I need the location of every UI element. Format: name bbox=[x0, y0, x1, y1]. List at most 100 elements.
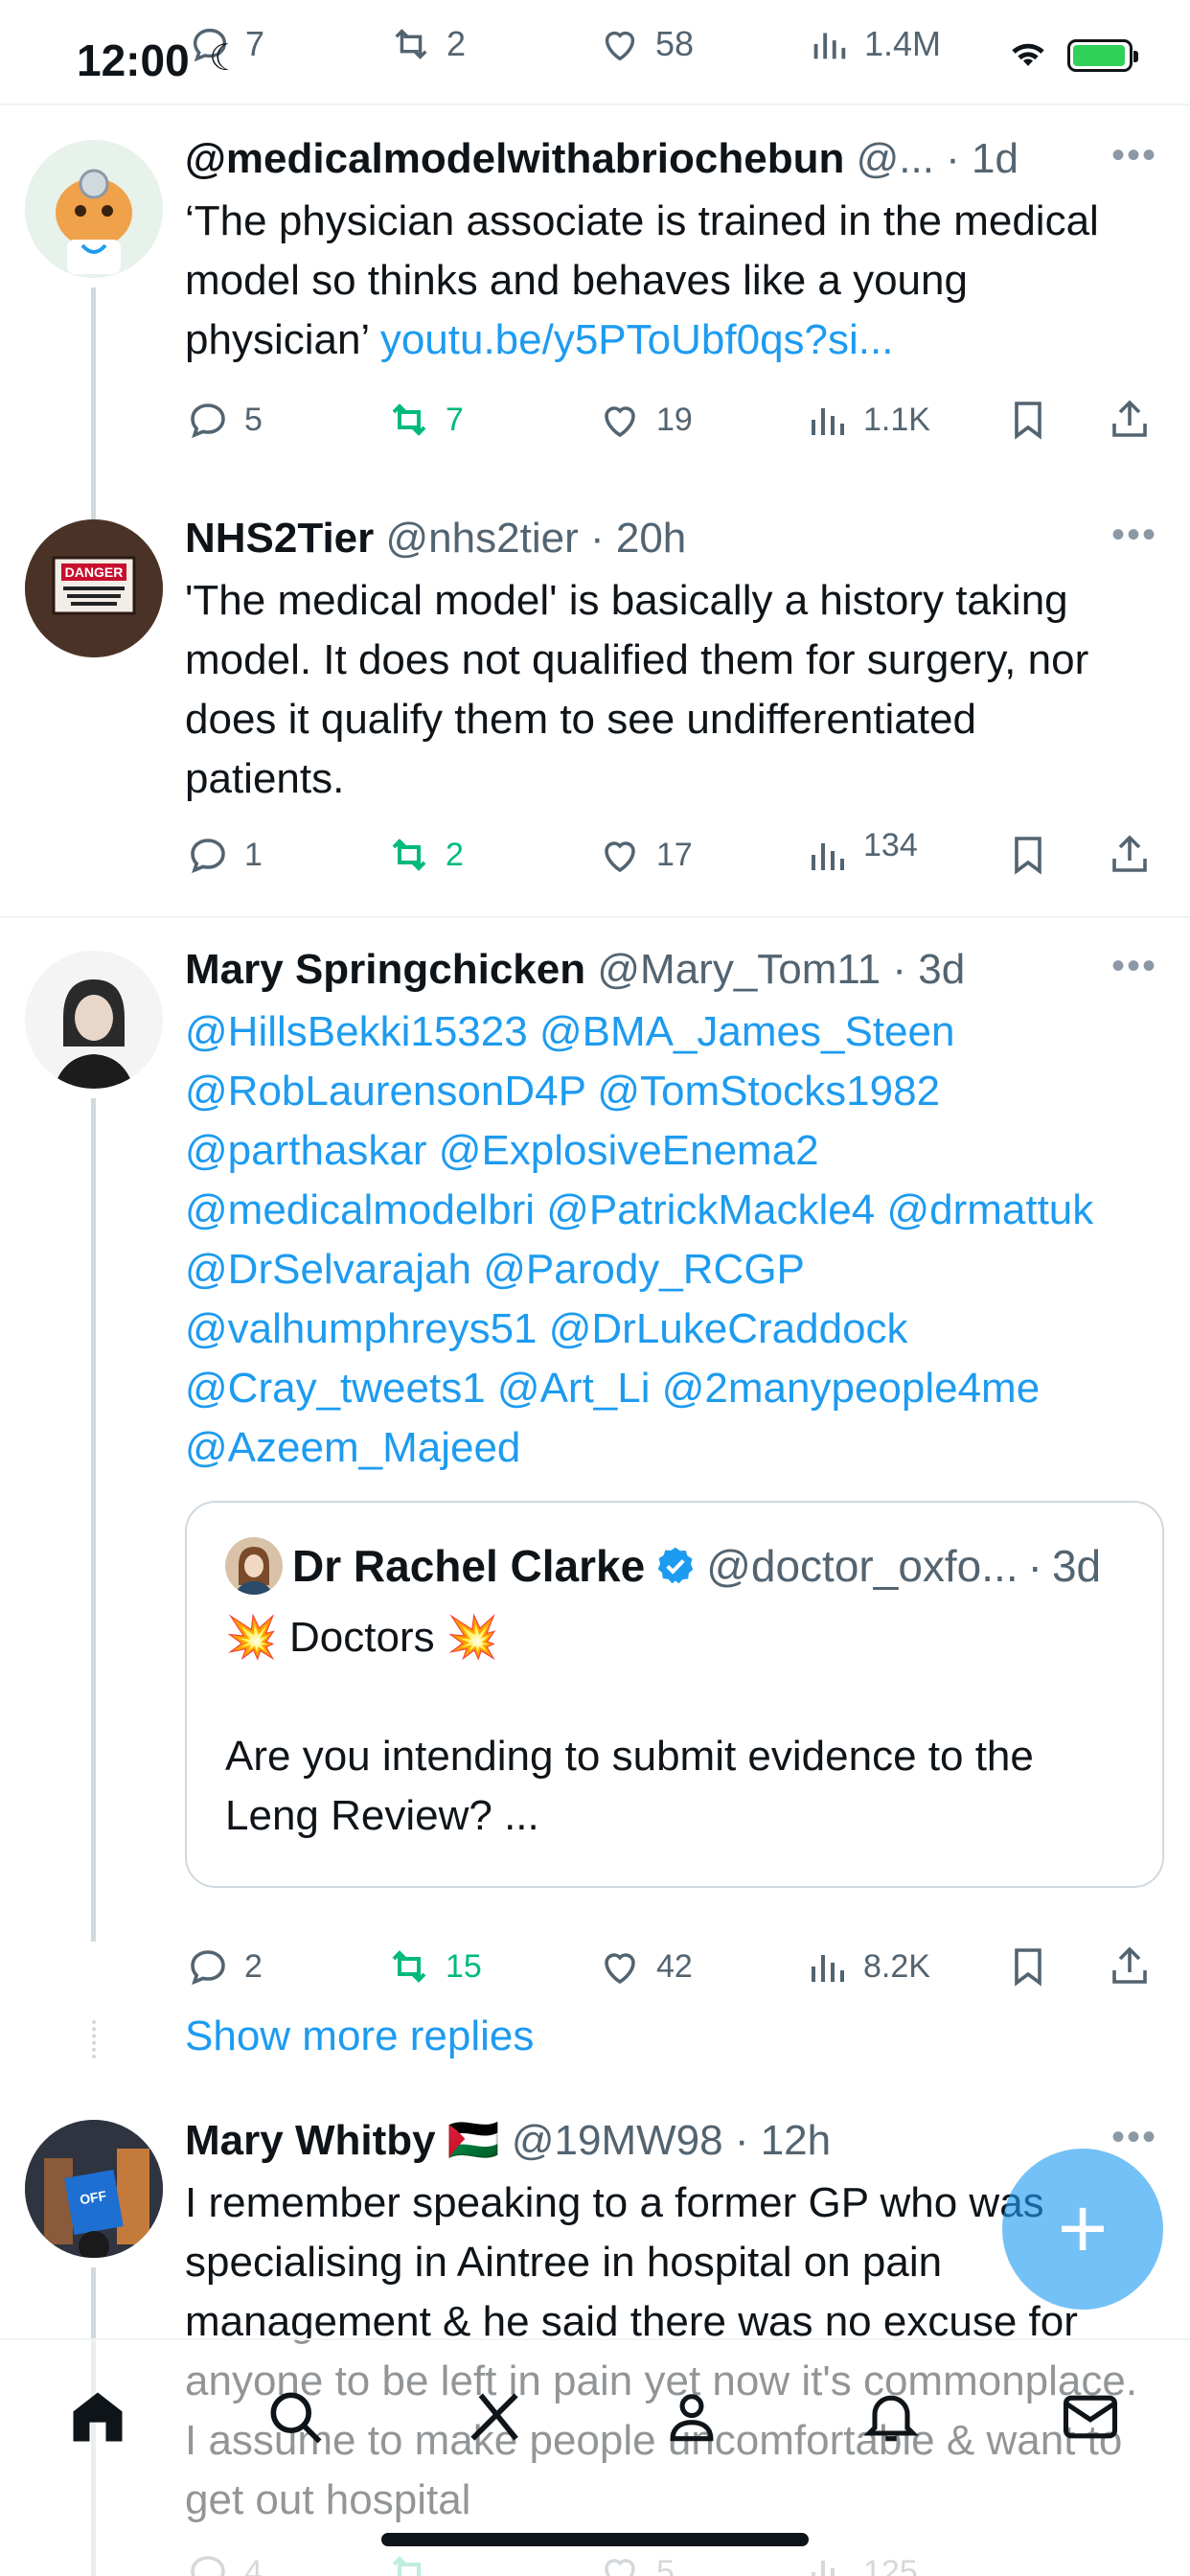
nav-communities[interactable] bbox=[653, 2379, 730, 2455]
status-indicators bbox=[1006, 36, 1138, 75]
views-button[interactable]: 1.1K bbox=[804, 391, 930, 448]
dot-separator: · bbox=[589, 515, 616, 562]
repost-icon bbox=[392, 1950, 426, 1983]
repost-button[interactable]: 2 bbox=[386, 826, 464, 884]
quote-title: Doctors bbox=[289, 1614, 435, 1661]
status-bar: 7 2 58 1.4M 12:00 ☾ bbox=[0, 0, 1190, 105]
quote-title-line: 💥 Doctors 💥 bbox=[225, 1608, 499, 1668]
nav-search[interactable] bbox=[257, 2379, 333, 2455]
bookmark-button[interactable] bbox=[1005, 1938, 1051, 1995]
repost-count: 2 bbox=[446, 836, 464, 873]
tweet-link[interactable]: youtu.be/y5PToUbf0qs?si... bbox=[380, 316, 894, 363]
bookmark-icon bbox=[1015, 837, 1041, 875]
collision-emoji-icon: 💥 bbox=[225, 1614, 278, 1661]
quote-author-name: Dr Rachel Clarke bbox=[292, 1541, 646, 1591]
views-icon bbox=[812, 408, 844, 435]
nav-messages[interactable] bbox=[1052, 2379, 1129, 2455]
reply-button[interactable]: 1 bbox=[185, 826, 263, 884]
repost-count: 7 bbox=[446, 401, 464, 438]
tweet-time[interactable]: 12h bbox=[761, 2117, 831, 2164]
bookmark-button[interactable] bbox=[1005, 826, 1051, 884]
more-options-button[interactable]: ••• bbox=[1111, 514, 1157, 557]
mentions-list[interactable]: @HillsBekki15323 @BMA_James_Steen @RobLa… bbox=[185, 1002, 1161, 1478]
tweet-text: ‘The physician associate is trained in t… bbox=[185, 192, 1161, 370]
reply-icon bbox=[191, 839, 225, 874]
views-icon bbox=[812, 843, 844, 870]
author-handle[interactable]: @Mary_Tom11 bbox=[597, 946, 881, 993]
share-button[interactable] bbox=[1107, 1938, 1153, 1995]
compose-post-button[interactable]: + bbox=[1002, 2149, 1163, 2310]
faded-repost-count: 2 bbox=[446, 24, 467, 63]
author-handle[interactable]: @... bbox=[857, 135, 934, 182]
more-options-button[interactable]: ••• bbox=[1111, 134, 1157, 177]
home-indicator[interactable] bbox=[381, 2533, 809, 2546]
faded-reply-count: 7 bbox=[245, 24, 265, 63]
more-options-button[interactable]: ••• bbox=[1111, 945, 1157, 988]
share-icon bbox=[1112, 400, 1147, 437]
tweet-actions: 2 15 42 8.2K bbox=[185, 1938, 1161, 1995]
dot-separator: · bbox=[892, 946, 919, 993]
wifi-icon bbox=[1012, 43, 1044, 66]
author-name[interactable]: Mary Whitby bbox=[185, 2117, 436, 2164]
like-button[interactable]: 42 bbox=[597, 1938, 693, 1995]
tweet-actions: 1 2 17 134 bbox=[185, 826, 1161, 884]
quote-time: 3d bbox=[1051, 1541, 1102, 1591]
dot-separator: · bbox=[946, 135, 973, 182]
verified-badge-icon bbox=[657, 1547, 694, 1584]
author-name[interactable]: NHS2Tier bbox=[185, 515, 374, 562]
author-handle[interactable]: @nhs2tier bbox=[386, 515, 579, 562]
views-button[interactable]: 134 bbox=[804, 826, 918, 884]
views-button[interactable]: 8.2K bbox=[804, 1938, 930, 1995]
avatar[interactable] bbox=[25, 951, 163, 1089]
avatar[interactable]: OFF bbox=[25, 2120, 163, 2258]
like-button[interactable]: 17 bbox=[597, 826, 693, 884]
reply-count: 2 bbox=[244, 1947, 263, 1985]
faded-like: 58 bbox=[598, 17, 694, 71]
quoted-tweet[interactable]: Dr Rachel Clarke @doctor_oxfo... · 3d 💥 … bbox=[185, 1501, 1164, 1888]
messages-icon bbox=[1063, 2395, 1118, 2439]
tweet-time[interactable]: 20h bbox=[616, 515, 686, 562]
nav-notifications[interactable] bbox=[853, 2379, 929, 2455]
repost-button[interactable]: 15 bbox=[386, 1938, 482, 1995]
compose-icon: + bbox=[1057, 2180, 1109, 2277]
dot-separator: · bbox=[1027, 1541, 1042, 1591]
status-time: 12:00 bbox=[77, 35, 190, 85]
home-icon bbox=[73, 2392, 123, 2442]
avatar[interactable]: DANGER bbox=[25, 519, 163, 657]
nav-grok[interactable] bbox=[456, 2379, 533, 2455]
reply-icon bbox=[191, 1950, 225, 1986]
more-options-button[interactable]: ••• bbox=[1111, 2116, 1157, 2159]
share-button[interactable] bbox=[1107, 391, 1153, 448]
like-icon bbox=[605, 1953, 635, 1985]
author-name[interactable]: Mary Springchicken bbox=[185, 946, 585, 993]
divider bbox=[0, 916, 1190, 918]
avatar[interactable] bbox=[25, 140, 163, 278]
author-name[interactable]: @medicalmodelwithabriochebun bbox=[185, 135, 844, 182]
bookmark-icon bbox=[1015, 1948, 1041, 1987]
repost-button[interactable]: 7 bbox=[386, 391, 464, 448]
share-button[interactable] bbox=[1107, 826, 1153, 884]
faded-like-count: 58 bbox=[655, 24, 695, 63]
reply-button[interactable]: 2 bbox=[185, 1938, 263, 1995]
bookmark-icon bbox=[1015, 402, 1041, 440]
tweet-time[interactable]: 3d bbox=[918, 946, 965, 993]
faded-views-count: 1.4M bbox=[864, 24, 942, 63]
reply-count: 1 bbox=[244, 836, 263, 873]
like-count: 42 bbox=[656, 1947, 693, 1985]
quote-text: Are you intending to submit evidence to … bbox=[225, 1733, 1034, 1839]
views-count: 8.2K bbox=[863, 1947, 930, 1985]
like-count: 17 bbox=[656, 836, 693, 873]
like-button[interactable]: 19 bbox=[597, 391, 693, 448]
reply-button[interactable]: 5 bbox=[185, 391, 263, 448]
search-icon bbox=[270, 2392, 322, 2444]
like-count: 19 bbox=[656, 401, 693, 438]
views-count: 134 bbox=[863, 826, 918, 863]
show-more-replies-link[interactable]: Show more replies bbox=[185, 2012, 534, 2060]
nav-home[interactable] bbox=[59, 2379, 136, 2455]
share-icon bbox=[1112, 835, 1147, 872]
author-handle[interactable]: @19MW98 bbox=[512, 2117, 723, 2164]
bookmark-button[interactable] bbox=[1005, 391, 1051, 448]
tweet-time[interactable]: 1d bbox=[972, 135, 1018, 182]
like-icon bbox=[605, 406, 635, 438]
svg-text:DANGER: DANGER bbox=[65, 564, 124, 580]
